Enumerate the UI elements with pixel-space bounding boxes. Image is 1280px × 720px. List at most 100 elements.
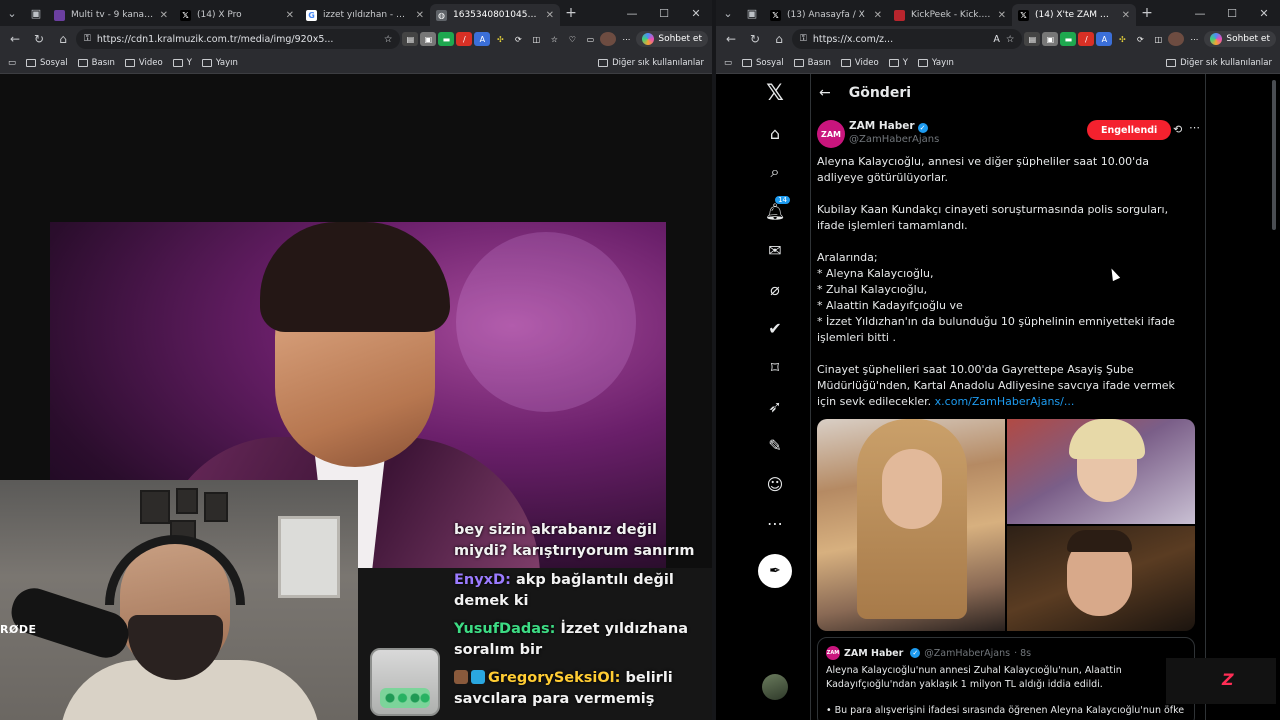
collections-icon[interactable]: ♡ [564, 32, 581, 46]
close-tab-icon[interactable]: ✕ [416, 10, 424, 21]
bookmarks-bar-menu-icon[interactable]: ▭ [724, 58, 732, 68]
verified-orgs-icon[interactable]: ✔ [764, 317, 786, 339]
messages-icon[interactable]: ✉ [764, 239, 786, 261]
bookmark-folder[interactable]: Video [840, 58, 879, 68]
address-bar[interactable]: ⚿ https://cdn1.kralmuzik.com.tr/media/im… [76, 29, 401, 49]
extensions-puzzle-icon[interactable]: ⟳ [510, 32, 527, 46]
bookmarks-bar-menu-icon[interactable]: ▭ [8, 58, 16, 68]
favorite-star-icon[interactable]: ☆ [1006, 34, 1015, 45]
split-screen-icon[interactable]: ◫ [528, 32, 545, 46]
new-tab-button[interactable]: + [1136, 5, 1158, 21]
notifications-bell-icon[interactable]: 🔔︎ 14 [764, 195, 791, 222]
favorites-icon[interactable]: ☆ [546, 32, 563, 46]
tab-x-post[interactable]: 𝕏 (14) X'te ZAM Haber: "Al ✕ [1012, 4, 1136, 26]
profile-icon[interactable]: ☺ [764, 473, 786, 495]
media-photo[interactable] [1007, 419, 1195, 524]
copilot-chat-button[interactable]: Sohbet et [636, 31, 708, 47]
tab-kickpeek[interactable]: KickPeek - Kick.com için ✕ [888, 4, 1012, 26]
tab-google-search[interactable]: G izzet yıldızhan - Google'd ✕ [300, 4, 430, 26]
x-logo-icon[interactable]: 𝕏 [764, 81, 786, 106]
favorite-star-icon[interactable]: ☆ [384, 34, 393, 45]
other-favorites-folder[interactable]: Diğer sık kullanılanlar [598, 58, 704, 68]
articles-icon[interactable]: ✎ [764, 434, 786, 456]
close-tab-icon[interactable]: ✕ [1122, 10, 1130, 21]
extension-icon[interactable]: ✣ [492, 32, 509, 46]
close-window-icon[interactable]: ✕ [680, 0, 712, 26]
extension-icon[interactable]: ▤ [1024, 32, 1041, 46]
tab-x-pro[interactable]: 𝕏 (14) X Pro ✕ [174, 4, 300, 26]
author-name-line[interactable]: ZAM Haber ✓ [849, 120, 928, 133]
home-icon[interactable]: ⌂ [768, 28, 790, 50]
account-avatar[interactable] [762, 674, 788, 700]
close-tab-icon[interactable]: ✕ [160, 10, 168, 21]
translate-icon[interactable]: A [1096, 32, 1113, 46]
close-tab-icon[interactable]: ✕ [546, 10, 554, 21]
minimize-icon[interactable]: — [616, 0, 648, 26]
more-options-icon[interactable]: ⋯ [1189, 121, 1200, 134]
extensions-puzzle-icon[interactable]: ⟳ [1132, 32, 1149, 46]
extension-icon[interactable]: ✣ [1114, 32, 1131, 46]
extension-icon[interactable]: ▣ [420, 32, 437, 46]
more-menu-icon[interactable]: ⋯ [1186, 32, 1203, 46]
search-icon[interactable]: ⌕ [764, 161, 786, 183]
tab-actions-icon[interactable]: ⌄ [0, 0, 24, 26]
rocket-icon[interactable]: ➶ [764, 395, 786, 417]
read-aloud-icon[interactable]: A [993, 34, 1000, 45]
refresh-icon[interactable]: ↻ [744, 28, 766, 50]
tweet-link[interactable]: x.com/ZamHaberAjans/... [935, 395, 1075, 408]
bookmark-folder[interactable]: Basın [793, 58, 831, 68]
tab-x-home[interactable]: 𝕏 (13) Anasayfa / X ✕ [764, 4, 888, 26]
quoted-tweet[interactable]: ZAM ZAM Haber ✓ @ZamHaberAjans · 8s Aley… [817, 637, 1195, 720]
extension-icon[interactable]: ▬ [1060, 32, 1077, 46]
more-menu-icon[interactable]: ⋯ [618, 32, 635, 46]
workspaces-icon[interactable]: ▣ [24, 0, 48, 26]
maximize-icon[interactable]: ☐ [648, 0, 680, 26]
back-icon[interactable]: ← [4, 28, 26, 50]
media-photo[interactable] [1007, 526, 1195, 631]
blocked-button[interactable]: Engellendi [1087, 120, 1172, 140]
tab-multi-tv[interactable]: Multi tv - 9 kanal izleniyor ✕ [48, 4, 174, 26]
grok-explain-icon[interactable]: ⟲ [1173, 123, 1182, 136]
minimize-icon[interactable]: — [1184, 0, 1216, 26]
compose-post-button[interactable]: ✒ [758, 554, 792, 588]
bookmark-folder[interactable]: Basın [77, 58, 115, 68]
bookmark-folder[interactable]: Yayın [917, 58, 954, 68]
maximize-icon[interactable]: ☐ [1216, 0, 1248, 26]
author-handle[interactable]: @ZamHaberAjans [849, 134, 939, 145]
extension-icon[interactable]: / [456, 32, 473, 46]
extension-icon[interactable]: ▤ [402, 32, 419, 46]
extension-icon[interactable]: ▬ [438, 32, 455, 46]
close-tab-icon[interactable]: ✕ [286, 10, 294, 21]
more-circle-icon[interactable]: ⋯ [764, 512, 786, 534]
bookmarks-icon[interactable]: ⌑ [764, 356, 786, 378]
tab-actions-icon[interactable]: ⌄ [716, 0, 740, 26]
home-icon[interactable]: ⌂ [764, 122, 786, 144]
extension-icon[interactable]: / [1078, 32, 1095, 46]
refresh-icon[interactable]: ↻ [28, 28, 50, 50]
grok-icon[interactable]: ⌀ [764, 278, 786, 300]
split-screen-icon[interactable]: ◫ [1150, 32, 1167, 46]
home-icon[interactable]: ⌂ [52, 28, 74, 50]
profile-avatar[interactable] [1168, 32, 1185, 46]
address-bar[interactable]: ⚿ https://x.com/z... A ☆ [792, 29, 1023, 49]
back-arrow-icon[interactable]: ← [819, 85, 831, 101]
translate-icon[interactable]: A [474, 32, 491, 46]
new-tab-button[interactable]: + [560, 5, 582, 21]
downloads-icon[interactable]: ▭ [582, 32, 599, 46]
back-icon[interactable]: ← [720, 28, 742, 50]
bookmark-folder[interactable]: Sosyal [26, 58, 68, 68]
close-tab-icon[interactable]: ✕ [998, 10, 1006, 21]
copilot-chat-button[interactable]: Sohbet et [1204, 31, 1276, 47]
profile-avatar[interactable] [600, 32, 617, 46]
close-window-icon[interactable]: ✕ [1248, 0, 1280, 26]
author-avatar[interactable]: ZAM [817, 120, 845, 148]
media-photo[interactable] [817, 419, 1005, 631]
workspaces-icon[interactable]: ▣ [740, 0, 764, 26]
page-scrollbar[interactable] [1272, 80, 1276, 230]
bookmark-folder[interactable]: Yayın [201, 58, 238, 68]
extension-icon[interactable]: ▣ [1042, 32, 1059, 46]
bookmark-folder[interactable]: Y [172, 58, 192, 68]
tab-image[interactable]: ◍ 1635340801045-izzzz.jpg ✕ [430, 4, 560, 26]
bookmark-folder[interactable]: Video [124, 58, 163, 68]
bookmark-folder[interactable]: Y [888, 58, 908, 68]
